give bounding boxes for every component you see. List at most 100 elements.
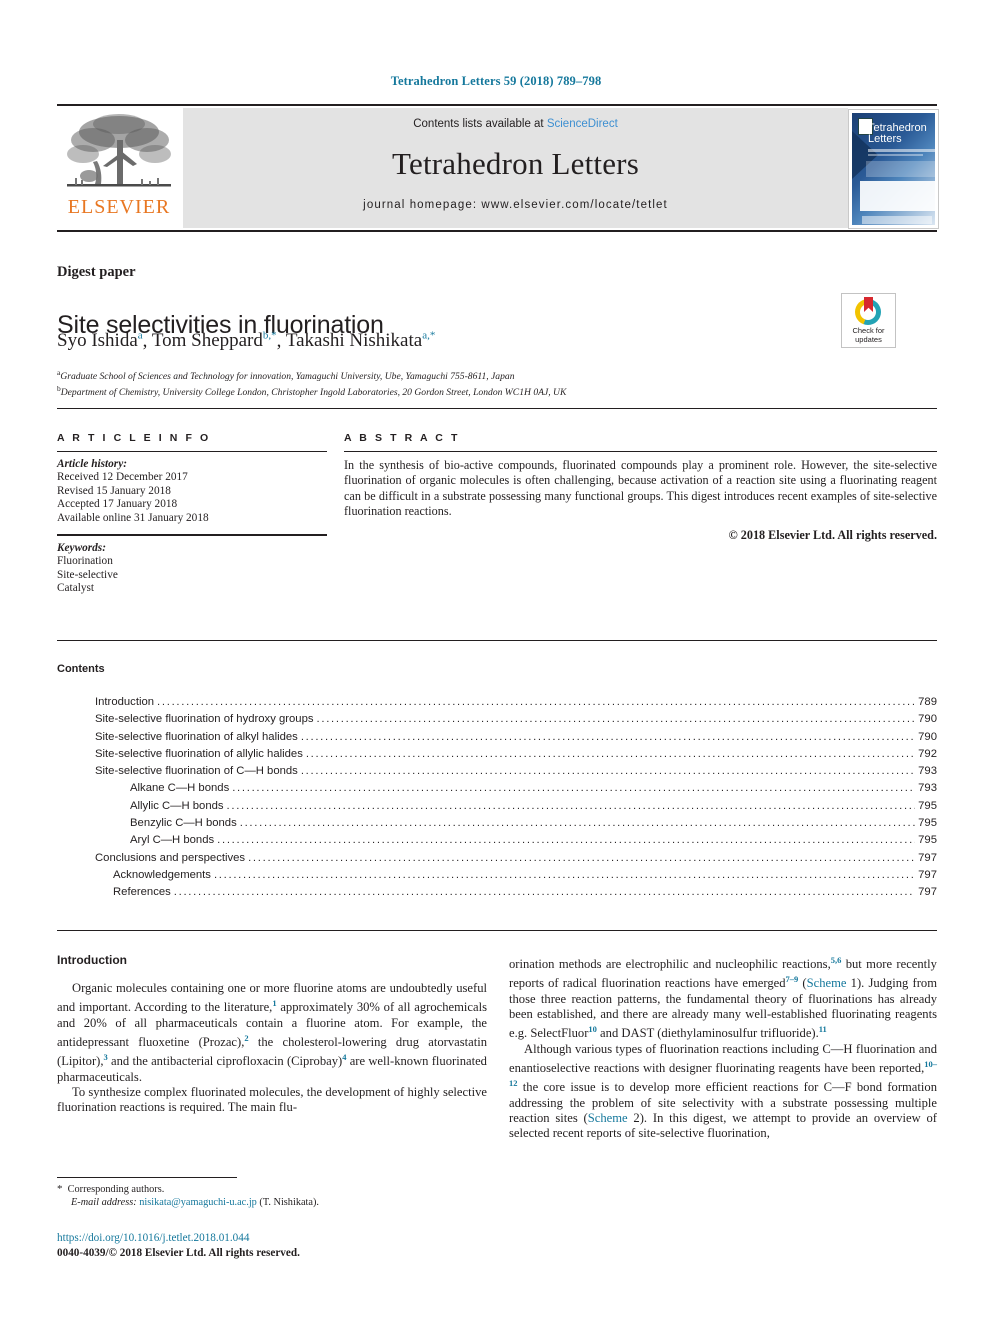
toc-entry-page: 790 (918, 713, 937, 726)
elsevier-tree-icon (67, 114, 171, 187)
toc-leader-dots: ........................................… (226, 799, 916, 812)
toc-entry[interactable]: Alkane C—H bonds........................… (95, 780, 937, 797)
contents-available-prefix: Contents lists available at (413, 118, 547, 130)
abstract-block: A B S T R A C T In the synthesis of bio-… (344, 432, 937, 543)
cover-text-block (866, 161, 936, 177)
journal-cover-thumbnail[interactable]: Tetrahedron Letters (848, 109, 939, 229)
author-1[interactable]: Syo Ishidaa (57, 330, 143, 351)
abstract-rule (344, 451, 937, 452)
journal-article-page: Tetrahedron Letters 59 (2018) 789–798 EL… (0, 0, 992, 1323)
masthead-top-rule (57, 104, 937, 106)
author-2[interactable]: Tom Sheppardb,* (152, 330, 277, 351)
keyword-2: Site-selective (57, 568, 118, 581)
footnote-rule (57, 1177, 237, 1178)
body-column-right: orination methods are electrophilic and … (509, 953, 937, 1141)
citation-ref-10[interactable]: 10 (588, 1024, 597, 1034)
crossmark-ring-icon (855, 297, 881, 325)
history-received: Received 12 December 2017 (57, 471, 188, 484)
toc-leader-dots: ........................................… (232, 782, 915, 795)
crossmark-label: Check for updates (842, 326, 895, 344)
toc-entry-page: 795 (918, 834, 937, 847)
issn-copyright-line: 0040-4039/© 2018 Elsevier Ltd. All right… (57, 1247, 300, 1259)
author-3[interactable]: Takashi Nishikataa,* (286, 330, 436, 351)
affiliation-a: aGraduate School of Sciences and Technol… (57, 368, 515, 383)
toc-entry-page: 797 (918, 868, 937, 881)
email-link[interactable]: nisikata@yamaguchi-u.ac.jp (139, 1197, 257, 1208)
elsevier-logo: ELSEVIER (63, 110, 175, 226)
email-note: E-mail address: nisikata@yamaguchi-u.ac.… (57, 1196, 487, 1209)
toc-entry-label: Site-selective fluorination of allylic h… (95, 747, 303, 760)
toc-entry[interactable]: Benzylic C—H bonds......................… (95, 815, 937, 832)
toc-entry-page: 789 (918, 696, 937, 708)
scheme-2-link[interactable]: Scheme (588, 1111, 628, 1125)
toc-entry[interactable]: Introduction............................… (95, 694, 937, 711)
toc-entry-label: Site-selective fluorination of alkyl hal… (95, 730, 298, 743)
cover-title-text: Tetrahedron Letters (868, 122, 927, 145)
keywords-label: Keywords: (57, 542, 106, 555)
cover-scheme-graphic (860, 181, 936, 211)
toc-entry-label: Alkane C—H bonds (130, 782, 230, 795)
sciencedirect-link[interactable]: ScienceDirect (547, 118, 618, 130)
contents-heading: Contents (57, 663, 105, 675)
keyword-1: Fluorination (57, 555, 113, 568)
crossmark-label-line2: updates (855, 334, 882, 344)
toc-leader-dots: ........................................… (157, 696, 915, 708)
toc-entry-page: 797 (918, 851, 937, 864)
toc-entry[interactable]: Allylic C—H bonds.......................… (95, 798, 937, 815)
keywords-rule (57, 534, 327, 537)
abstract-text: In the synthesis of bio-active compounds… (344, 458, 937, 518)
article-info-heading: A R T I C L E I N F O (57, 432, 211, 444)
toc-entry-label: Introduction (95, 696, 155, 708)
toc-entry[interactable]: Aryl C—H bonds..........................… (95, 832, 937, 849)
masthead-bottom-rule (57, 230, 937, 232)
toc-entry[interactable]: Conclusions and perspectives............… (95, 850, 937, 867)
cover-footer-bar (862, 216, 932, 224)
journal-homepage-link[interactable]: journal homepage: www.elsevier.com/locat… (183, 199, 848, 211)
footnote-block: * Corresponding authors. E-mail address:… (57, 1183, 487, 1209)
article-info-block: A R T I C L E I N F O Article history: R… (57, 432, 327, 596)
cover-subtitle-bar (868, 149, 936, 152)
asterisk-icon: * (57, 1183, 63, 1195)
article-history-label: Article history: (57, 458, 127, 470)
intro-p3-seg-e: and DAST (diethylaminosulfur trifluoride… (596, 1026, 819, 1041)
toc-entry[interactable]: References..............................… (95, 884, 937, 901)
toc-entry[interactable]: Site-selective fluorination of hydroxy g… (95, 711, 937, 728)
history-accepted: Accepted 17 January 2018 (57, 498, 178, 511)
table-of-contents: Introduction............................… (95, 694, 937, 902)
abstract-copyright: © 2018 Elsevier Ltd. All rights reserved… (728, 528, 937, 543)
toc-entry-label: Benzylic C—H bonds (130, 817, 237, 830)
keywords-block: Keywords: Fluorination Site-selective Ca… (57, 542, 327, 596)
intro-p3-seg-a: orination methods are electrophilic and … (509, 957, 831, 972)
author-2-affiliation-marker: b,* (262, 330, 277, 342)
citation-ref-11[interactable]: 11 (819, 1024, 827, 1034)
crossmark-badge[interactable]: Check for updates (841, 293, 896, 348)
toc-entry[interactable]: Site-selective fluorination of alkyl hal… (95, 729, 937, 746)
intro-paragraph-4: Although various types of fluorination r… (509, 1042, 937, 1142)
toc-entry[interactable]: Site-selective fluorination of C—H bonds… (95, 763, 937, 780)
running-head: Tetrahedron Letters 59 (2018) 789–798 (390, 74, 602, 88)
email-owner: (T. Nishikata). (256, 1197, 319, 1208)
toc-entry[interactable]: Site-selective fluorination of allylic h… (95, 746, 937, 763)
abstract-bottom-rule (57, 640, 937, 641)
toc-leader-dots: ........................................… (300, 730, 916, 743)
intro-paragraph-2: To synthesize complex fluorinated molecu… (57, 1084, 487, 1114)
toc-entry[interactable]: Acknowledgements........................… (95, 867, 937, 884)
body-column-left: Introduction Organic molecules containin… (57, 953, 487, 1115)
title-block-rule (57, 408, 937, 409)
cover-background: Tetrahedron Letters (852, 113, 936, 225)
section-heading-introduction: Introduction (57, 953, 127, 967)
citation-ref-5-6[interactable]: 5,6 (831, 955, 842, 965)
intro-p3-seg-c: ( (798, 976, 807, 991)
citation-ref-7-9[interactable]: 7–9 (786, 974, 799, 984)
author-3-affiliation-marker: a,* (422, 330, 436, 342)
article-type-label: Digest paper (57, 264, 136, 280)
scheme-1-link[interactable]: Scheme (807, 977, 847, 991)
toc-leader-dots: ........................................… (316, 713, 916, 726)
toc-entry-page: 795 (918, 799, 937, 812)
toc-leader-dots: ........................................… (300, 765, 916, 778)
toc-entry-label: Site-selective fluorination of C—H bonds (95, 765, 298, 778)
doi-link[interactable]: https://doi.org/10.1016/j.tetlet.2018.01… (57, 1232, 249, 1244)
intro-p1-seg-d: and the antibacterial ciprofloxacin (Cip… (107, 1054, 343, 1069)
affiliation-a-text: Graduate School of Sciences and Technolo… (60, 371, 515, 383)
intro-p4-seg-a: Although various types of fluorination r… (509, 1041, 937, 1075)
